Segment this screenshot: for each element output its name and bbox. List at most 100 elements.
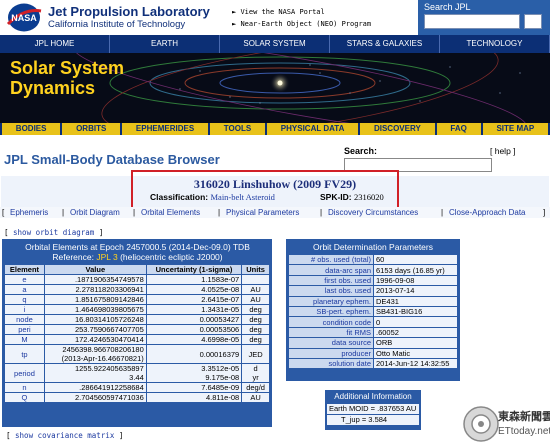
od-value: 0 [373,316,458,328]
od-row: producer Otto Matic [288,347,458,359]
earth-moid: Earth MOID = .837653 AU [327,404,419,414]
topnav-jpl-home[interactable]: JPL HOME [0,35,110,53]
orbit-determination-title: Orbit Determination Parameters [313,242,433,252]
tab-close-approach-data[interactable]: Close-Approach Data [449,207,525,218]
tab-orbital-elements[interactable]: Orbital Elements [141,207,200,218]
ssd-nav-bodies[interactable]: BODIES [2,123,61,135]
element-units: AU [241,294,270,305]
reference-link[interactable]: JPL 3 [96,252,117,262]
element-uncertainty: 1.1583e-07 [145,274,243,285]
element-name[interactable]: n [4,382,45,393]
tab-discovery-circumstances[interactable]: Discovery Circumstances [328,207,418,218]
element-value: 16.80314105726248 [43,314,147,325]
quick-link-neo-program[interactable]: ► Near-Earth Object (NEO) Program [232,18,371,30]
element-value: 2456398.966708206180 (2013-Apr-16.4667082… [43,344,147,364]
show-orbit-diagram: [ show orbit diagram ] [4,228,104,237]
element-units [241,274,270,285]
quick-links: ► View the NASA Portal ► Near-Earth Obje… [232,6,371,30]
od-parameter[interactable]: # obs. used (total) [288,253,374,266]
od-parameter[interactable]: producer [288,347,374,359]
tab-ephemeris[interactable]: Ephemeris [10,207,48,218]
show-orbit-diagram-link[interactable]: show orbit diagram [13,228,94,237]
element-value: 1.464698039805675 [43,304,147,315]
tab-physical-parameters[interactable]: Physical Parameters [226,207,299,218]
od-row: first obs. used 1996-09-08 [288,274,458,287]
nasa-logo[interactable]: NASA [4,2,44,33]
od-parameter[interactable]: planetary ephem. [288,295,374,307]
element-row: M 172.4246530470414 4.6998e-05 deg [4,334,270,345]
od-value: SB431-BIG16 [373,305,458,318]
element-units: deg [241,324,270,335]
col-element: Element [4,264,45,275]
element-value: 1255.922405635897 3.44 [43,363,147,383]
od-row: data-arc span 6153 days (16.85 yr) [288,264,458,276]
element-uncertainty: 7.6485e-09 [145,382,243,393]
element-name[interactable]: a [4,284,45,295]
ssd-nav-site-map[interactable]: SITE MAP [482,123,549,135]
od-value: 2013-07-14 [373,285,458,297]
od-value: 2014-Jun-12 14:32:55 [373,357,458,370]
element-name[interactable]: period [4,363,45,383]
element-name[interactable]: M [4,334,45,345]
show-covariance-matrix-link[interactable]: show covariance matrix [15,431,114,440]
od-parameter[interactable]: fit RMS [288,326,374,339]
org-title[interactable]: Jet Propulsion Laboratory [48,4,210,19]
topnav-solar-system[interactable]: SOLAR SYSTEM [220,35,330,53]
element-value: 253.7590667407705 [43,324,147,335]
od-parameter[interactable]: SB-pert. ephem. [288,305,374,318]
element-uncertainty: 1.3431e-05 [145,304,243,315]
tab-orbit-diagram[interactable]: Orbit Diagram [70,207,120,218]
element-units: AU [241,284,270,295]
search-go-button[interactable] [524,14,542,29]
ssd-nav-orbits[interactable]: ORBITS [62,123,121,135]
sbdb-search-label: Search: [344,146,378,156]
ssd-nav-physical-data[interactable]: PHYSICAL DATA [267,123,359,135]
element-row: q 1.851675809142846 2.6415e-07 AU [4,294,270,305]
od-value: 60 [373,253,458,266]
element-name[interactable]: Q [4,392,45,403]
od-parameter[interactable]: last obs. used [288,285,374,297]
quick-link-nasa-portal[interactable]: ► View the NASA Portal [232,6,371,18]
od-value: ORB [373,337,458,349]
od-row: SB-pert. ephem. SB431-BIG16 [288,305,458,318]
watermark-url: ETtoday.net [498,426,550,437]
element-name[interactable]: e [4,274,45,285]
element-units: deg/d [241,382,270,393]
od-parameter[interactable]: condition code [288,316,374,328]
col-uncertainty: Uncertainty (1-sigma) [145,264,243,275]
element-units: deg [241,304,270,315]
od-row: planetary ephem. DE431 [288,295,458,307]
element-uncertainty: 4.0525e-08 [145,284,243,295]
od-parameter[interactable]: solution date [288,357,374,370]
element-name[interactable]: node [4,314,45,325]
ssd-nav-tools[interactable]: TOOLS [209,123,265,135]
help-link[interactable]: [ help ] [490,146,516,156]
element-name[interactable]: q [4,294,45,305]
element-row: a 2.278118203306941 4.0525e-08 AU [4,284,270,295]
element-row: node 16.80314105726248 0.00053427 deg [4,314,270,325]
element-name[interactable]: i [4,304,45,315]
ssd-nav-ephemerides[interactable]: EPHEMERIDES [122,123,208,135]
element-name[interactable]: peri [4,324,45,335]
ssd-nav-discovery[interactable]: DISCOVERY [360,123,435,135]
element-row: Q 2.704560597471036 4.811e-08 AU [4,392,270,403]
tab-separator: ] [543,208,546,217]
od-parameter[interactable]: first obs. used [288,274,374,287]
od-parameter[interactable]: data-arc span [288,264,374,276]
search-input[interactable] [424,14,520,29]
element-name[interactable]: tp [4,344,45,364]
od-value: Otto Matic [373,347,458,359]
topnav-stars-galaxies[interactable]: STARS & GALAXIES [330,35,440,53]
element-uncertainty: 4.811e-08 [145,392,243,403]
topnav-earth[interactable]: EARTH [110,35,220,53]
section-tabs: [ Ephemeris | Orbit Diagram | Orbital El… [0,207,550,218]
od-row: condition code 0 [288,316,458,328]
od-parameter[interactable]: data source [288,337,374,349]
element-uncertainty: 2.6415e-07 [145,294,243,305]
search-label: Search JPL [424,2,471,12]
element-uncertainty: 3.3512e-05 9.175e-08 [145,363,243,383]
orbital-elements-table: Element Value Uncertainty (1-sigma) Unit… [4,264,270,403]
topnav-technology[interactable]: TECHNOLOGY [440,35,550,53]
element-units: JED [241,344,270,364]
ssd-nav-faq[interactable]: FAQ [436,123,481,135]
